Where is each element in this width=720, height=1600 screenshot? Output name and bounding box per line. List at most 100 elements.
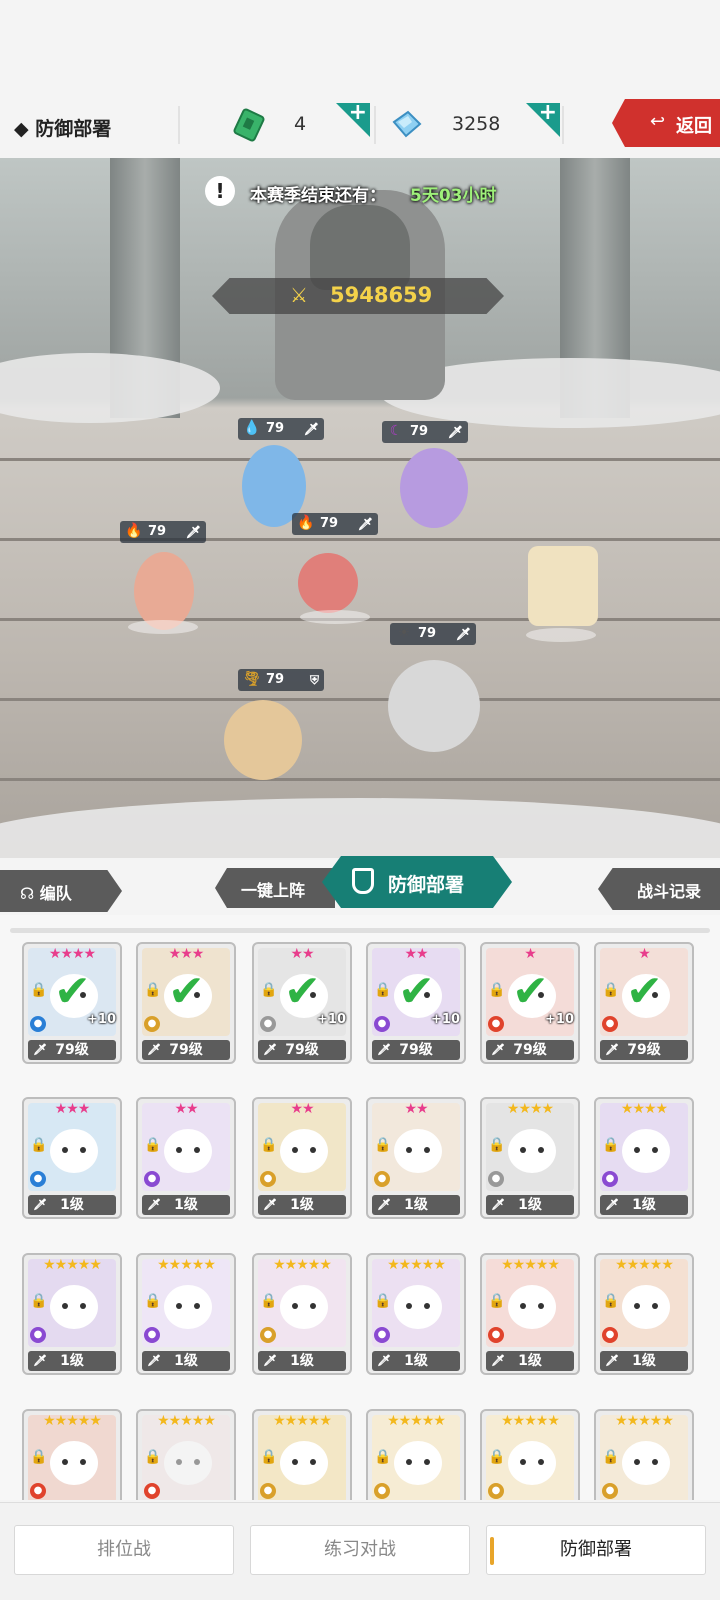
lock-icon: 🔒 [602, 982, 620, 998]
hero-card[interactable]: ★★★★★ 🔒 ● 🗡 1级 [366, 1253, 466, 1375]
unit-hexagon-summon[interactable] [528, 546, 598, 626]
class-icon: 🗡 [263, 1043, 277, 1056]
lock-icon: 🔒 [488, 1137, 506, 1153]
unit-level: 79 [410, 424, 429, 439]
hero-level: 1级 [60, 1353, 84, 1369]
sword-icon: 🗡 [447, 425, 463, 439]
hero-face [164, 1129, 212, 1173]
hero-level-bar: 🗡 1级 [258, 1351, 346, 1371]
lock-icon: 🔒 [374, 1449, 392, 1465]
wall-line [0, 458, 720, 461]
unit-winged-horse[interactable] [224, 700, 302, 780]
unit-tag: ☾ 79 🗡 [382, 421, 468, 443]
hero-card[interactable]: ★★★★★🔒●🗡 [480, 1409, 580, 1500]
hero-card[interactable]: ★★★ 🔒 ● ✔ 🗡 79级 [136, 942, 236, 1064]
crossed-swords-icon: ⚔ [290, 283, 308, 307]
hero-level-bar: 🗡 1级 [486, 1195, 574, 1215]
divider [374, 106, 376, 144]
team-tab-label[interactable]: ☊ 编队 [20, 880, 72, 904]
hero-face [50, 1285, 98, 1329]
lock-icon: 🔒 [602, 1449, 620, 1465]
class-icon: 🗡 [491, 1354, 505, 1367]
lock-icon: 🔒 [260, 1137, 278, 1153]
hero-card[interactable]: ★★★★ 🔒 ● ✔ +10 🗡 79级 [22, 942, 122, 1064]
hero-card[interactable]: ★★★★★ 🔒 ● 🗡 1级 [22, 1253, 122, 1375]
practice-battle-button[interactable]: 练习对战 [250, 1525, 470, 1575]
headset-icon: ☊ [20, 884, 40, 903]
unit-tag: 🔥 79 🗡 [120, 521, 206, 543]
deployed-check-icon: ✔ [626, 966, 663, 1017]
hero-card[interactable]: ★★★★ 🔒 ● 🗡 1级 [594, 1097, 694, 1219]
fire-icon: 🔥 [125, 523, 143, 539]
hero-card[interactable]: ★★ 🔒 ● 🗡 1级 [366, 1097, 466, 1219]
element-icon: ● [30, 1483, 46, 1499]
ticket-count: 4 [294, 113, 307, 135]
element-icon: ● [374, 1327, 390, 1343]
unit-tag: 🌪 79 ⛨ [238, 669, 324, 691]
gem-count: 3258 [452, 113, 501, 135]
hero-card[interactable]: ★★★★★🔒●🗡 [252, 1409, 352, 1500]
hero-card[interactable]: ★★ 🔒 ● ✔ +10 🗡 79级 [252, 942, 352, 1064]
hero-card[interactable]: ★ 🔒 ● ✔ +10 🗡 79级 [480, 942, 580, 1064]
element-icon: ● [488, 1483, 504, 1499]
star-rating: ★★ [404, 946, 428, 962]
hero-level-bar: 🗡 1级 [600, 1351, 688, 1371]
hero-card[interactable]: ★★ 🔒 ● 🗡 1级 [252, 1097, 352, 1219]
hero-level: 79级 [627, 1042, 661, 1058]
hero-card[interactable]: ★★★ 🔒 ● 🗡 1级 [22, 1097, 122, 1219]
hero-card[interactable]: ★★★★★ 🔒 ● 🗡 1级 [136, 1253, 236, 1375]
hero-card[interactable]: ★★★★★ 🔒 ● 🗡 1级 [252, 1253, 352, 1375]
ranked-battle-button[interactable]: 排位战 [14, 1525, 234, 1575]
season-end-label: 本赛季结束还有： [250, 186, 386, 206]
hero-card[interactable]: ★ 🔒 ● ✔ 🗡 79级 [594, 942, 694, 1064]
hero-card[interactable]: ★★★★★ 🔒 ● 🗡 1级 [594, 1253, 694, 1375]
unit-white-dragon[interactable] [388, 660, 480, 752]
unit-level: 79 [266, 421, 285, 436]
panel-scrollbar[interactable] [10, 928, 710, 933]
unit-fire-wheel[interactable] [298, 553, 358, 613]
hero-level: 79级 [169, 1042, 203, 1058]
star-rating: ★★★★★ [273, 1413, 332, 1429]
hero-card[interactable]: ★★★★★🔒●🗡 [22, 1409, 122, 1500]
gem-icon [388, 108, 424, 142]
class-icon: 🗡 [263, 1198, 277, 1211]
unit-tag: 🔥 79 🗡 [292, 513, 378, 535]
unit-fire-sage[interactable] [134, 552, 194, 630]
class-icon: 🗡 [33, 1198, 47, 1211]
hero-face [394, 1285, 442, 1329]
hero-level-bar: 🗡 1级 [142, 1195, 230, 1215]
one-click-deploy-label[interactable]: 一键上阵 [241, 877, 305, 901]
hero-card[interactable]: ★★★★★🔒●🗡 [594, 1409, 694, 1500]
star-rating: ★★★★★ [501, 1257, 560, 1273]
page-title: ◆ 防御部署 [14, 118, 112, 140]
lock-icon: 🔒 [144, 1449, 162, 1465]
wall-line [0, 538, 720, 541]
water-icon: 💧 [243, 420, 261, 436]
unit-dark-mage[interactable] [400, 448, 468, 528]
class-icon: 🗡 [147, 1043, 161, 1056]
hero-level: 1级 [404, 1353, 428, 1369]
element-icon: ● [30, 1171, 46, 1187]
class-icon: 🗡 [605, 1354, 619, 1367]
hero-face [622, 1285, 670, 1329]
hero-face [280, 1285, 328, 1329]
class-icon: 🗡 [263, 1354, 277, 1367]
hero-face [164, 1285, 212, 1329]
active-indicator [490, 1537, 494, 1565]
enhance-level: +10 [317, 1012, 346, 1027]
hero-face [394, 1129, 442, 1173]
divider [562, 106, 564, 144]
battle-log-label[interactable]: 战斗记录 [637, 878, 701, 902]
hero-card[interactable]: ★★ 🔒 ● 🗡 1级 [136, 1097, 236, 1219]
hero-card[interactable]: ★★★★★🔒●🗡 [366, 1409, 466, 1500]
lock-icon: 🔒 [602, 1293, 620, 1309]
back-label[interactable]: 返回 [676, 112, 712, 138]
hero-card[interactable]: ★★ 🔒 ● ✔ +10 🗡 79级 [366, 942, 466, 1064]
lock-icon: 🔒 [144, 1293, 162, 1309]
hero-card[interactable]: ★★★★ 🔒 ● 🗡 1级 [480, 1097, 580, 1219]
hero-card[interactable]: ★★★★★🔒●🗡 [136, 1409, 236, 1500]
defense-deploy-button[interactable]: 防御部署 [486, 1525, 706, 1575]
sword-icon: 🗡 [185, 525, 201, 539]
defense-deploy-label[interactable]: 防御部署 [388, 870, 464, 897]
hero-card[interactable]: ★★★★★ 🔒 ● 🗡 1级 [480, 1253, 580, 1375]
